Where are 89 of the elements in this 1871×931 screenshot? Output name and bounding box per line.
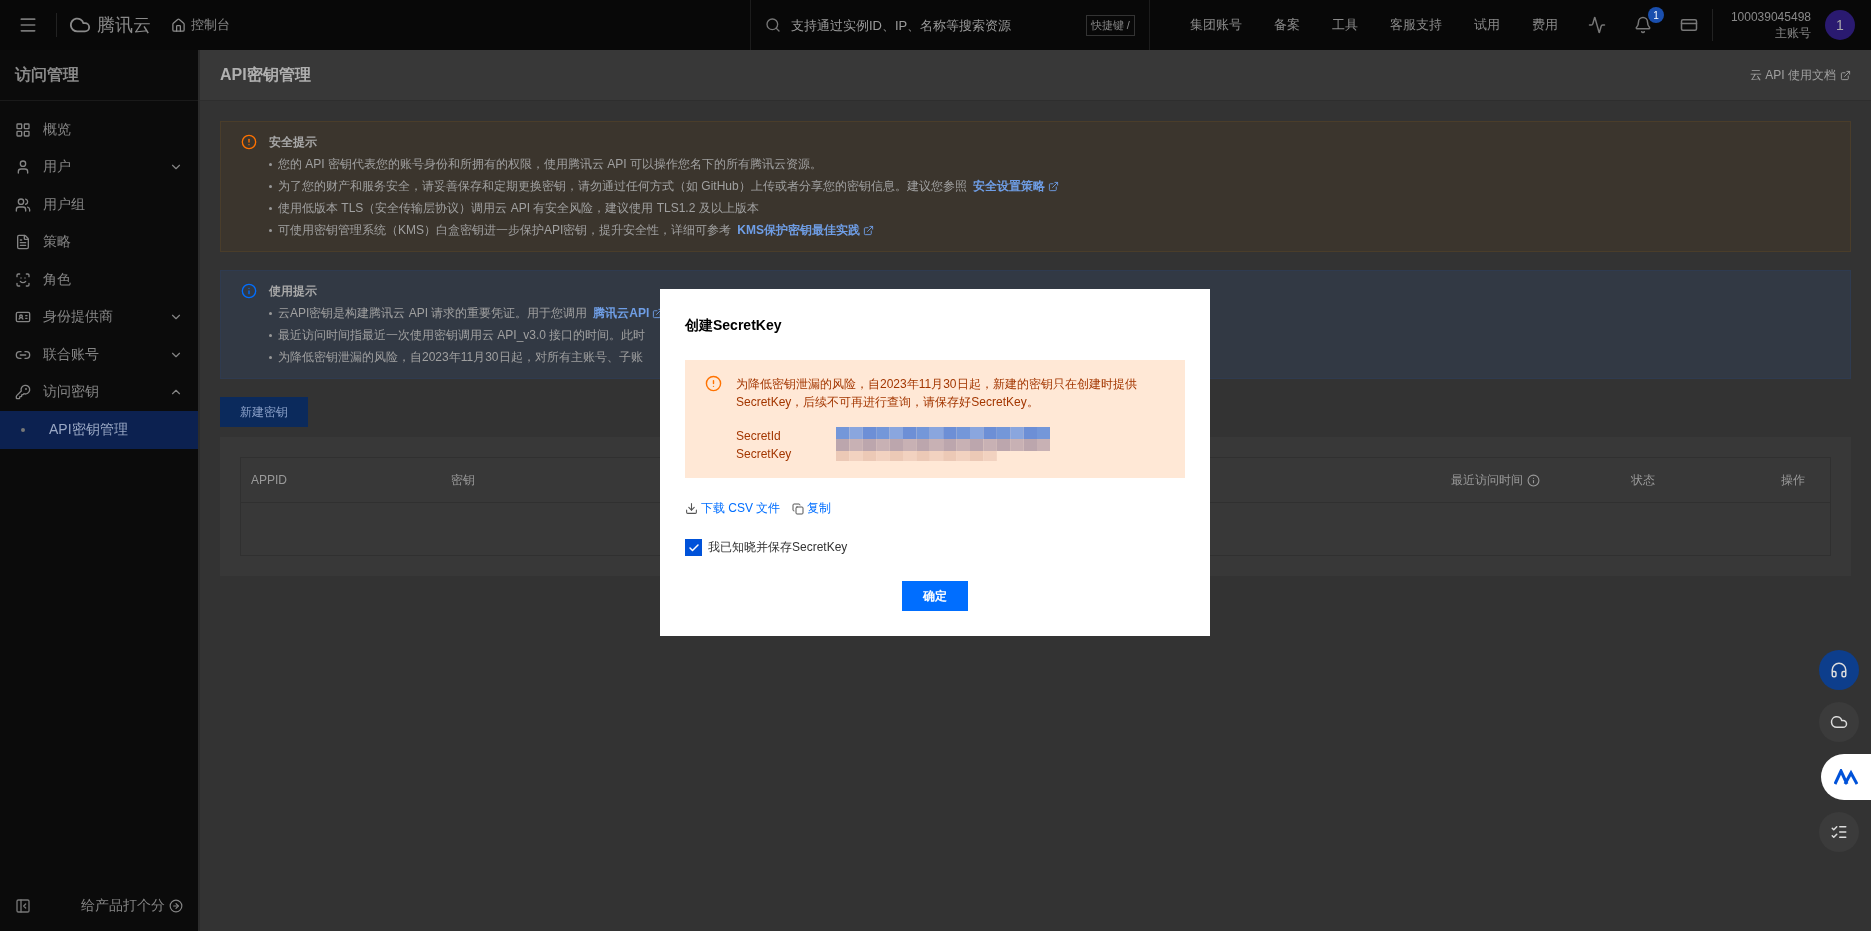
nav-link[interactable]: 集团账号 [1173,16,1258,34]
doc-link[interactable]: 云 API 使用文档 [1750,66,1851,84]
checkbox[interactable] [685,539,702,556]
notice-title: 安全提示 [269,134,318,151]
search-icon [764,17,781,33]
checkbox-label: 我已知晓并保存SecretKey [708,539,848,556]
brand-logo[interactable]: 腾讯云 [56,13,171,37]
collapse-icon[interactable] [15,898,31,914]
headset-icon[interactable] [1830,661,1848,679]
notice-text: 您的 API 密钥代表您的账号身份和所拥有的权限，使用腾讯云 API 可以操作您名下的所有腾讯云资源。 [278,156,823,173]
bullet-dot [269,229,272,232]
notice-text: 可使用密钥管理系统（KMS）白盒密钥进一步保护API密钥，提升安全性，详细可参考 [278,222,732,239]
bullet-dot [269,185,272,188]
notice-text: 云API密钥是构建腾讯云 API 请求的重要凭证。用于您调用 [278,305,588,322]
sidebar-item[interactable]: 用户 [0,148,198,186]
column-header: 最近访问时间 [1441,471,1621,489]
bullet-dot [269,312,272,315]
assistant-logo-icon [1834,769,1858,785]
nav-link[interactable]: 试用 [1457,16,1516,34]
home-icon [171,17,186,33]
sidebar-item[interactable]: 访问密钥 [0,373,198,411]
download-icon [685,502,698,515]
page-title: API密钥管理 [220,64,311,85]
assistant-button[interactable] [1821,754,1871,800]
shortcut-hint: 快捷键 / [1085,14,1135,36]
copy-link[interactable]: 复制 [792,500,832,517]
info-icon [241,283,257,299]
card-icon[interactable] [1679,16,1698,34]
column-header: APPID [250,473,288,487]
notice-text: 最近访问时间指最近一次使用密钥调用云 API_v3.0 接口的时间。此时 [278,327,646,344]
sidebar-item[interactable]: 联合账号 [0,336,198,374]
bell-icon[interactable] [1633,16,1652,34]
column-header: 状态 [1630,471,1656,489]
users-icon [15,196,31,213]
arrow-circle-icon [169,899,183,913]
console-link[interactable]: 控制台 [171,16,230,34]
grid-icon [15,121,31,138]
new-key-button[interactable]: 新建密钥 [220,397,308,427]
feedback-link[interactable]: 给产品打个分 [81,897,183,915]
warning-icon [241,134,257,150]
sidebar-item[interactable]: API密钥管理 [0,411,198,449]
sidebar-title: 访问管理 [0,50,198,101]
download-link[interactable]: 下载 CSV 文件 [685,500,781,517]
face-frame-icon [15,271,31,288]
warning-text: 为降低密钥泄漏的风险，自2023年11月30日起，新建的密钥只在创建时提供SecretKey，后续不可再进行查询，请保存好SecretKey。 [736,376,1138,411]
account-id: 100039045498 [1730,9,1811,25]
bullet-dot [269,356,272,359]
nav-link[interactable]: 费用 [1515,16,1574,34]
search-field[interactable]: 支持通过实例ID、IP、名称等搜索资源 [788,16,1078,34]
notification-badge: 1 [1647,7,1664,23]
notice-text: 为降低密钥泄漏的风险，自2023年11月30日起，对所有主账号、子账 [278,349,643,366]
notice-text: 为了您的财产和服务安全，请妥善保存和定期更换密钥，请勿通过任何方式（如 GitHub）上传或者分享您的密钥信息。建议您参照 [278,178,967,195]
key-icon [15,384,31,401]
nav-link[interactable]: 备案 [1257,16,1316,34]
column-header: 密钥 [450,471,476,489]
copy-icon [792,502,805,515]
sidebar-item[interactable]: 用户组 [0,186,198,224]
sidebar-item[interactable]: 角色 [0,261,198,299]
external-link-icon [1047,181,1059,192]
nav-link[interactable]: 客服支持 [1373,16,1458,34]
sidebar-item[interactable]: 策略 [0,223,198,261]
user-icon [15,159,31,176]
cloud-icon[interactable] [1830,713,1848,731]
bullet-dot [269,207,272,210]
external-link-icon [1840,69,1851,81]
bullet-dot [21,427,25,432]
avatar[interactable]: 1 [1825,10,1855,40]
notice-link[interactable]: 安全设置策略 [972,178,1059,195]
column-header: 操作 [1780,471,1806,489]
confirm-button[interactable]: 确定 [902,581,968,611]
document-icon [15,234,31,251]
list-icon[interactable] [1830,823,1848,841]
external-link-icon [863,225,875,236]
dialog-title: 创建SecretKey [685,317,783,335]
nav-link[interactable]: 工具 [1315,16,1374,34]
menu-icon[interactable] [18,15,38,35]
sidebar-item[interactable]: 概览 [0,111,198,149]
field-label: SecretKey [736,446,793,463]
info-icon [1527,473,1540,487]
notice-link[interactable]: KMS保护密钥最佳实践 [737,222,875,239]
warning-icon [705,375,722,392]
notice-title: 使用提示 [269,283,318,300]
notice-text: 使用低版本 TLS（安全传输层协议）调用云 API 有安全风险，建议使用 TLS1.2 及以上版本 [278,200,759,217]
account-role: 主账号 [1775,25,1811,41]
sidebar-item[interactable]: 身份提供商 [0,298,198,336]
bullet-dot [269,163,272,166]
check-icon [687,541,700,554]
field-label: SecretId [736,428,782,445]
bullet-dot [269,334,272,337]
